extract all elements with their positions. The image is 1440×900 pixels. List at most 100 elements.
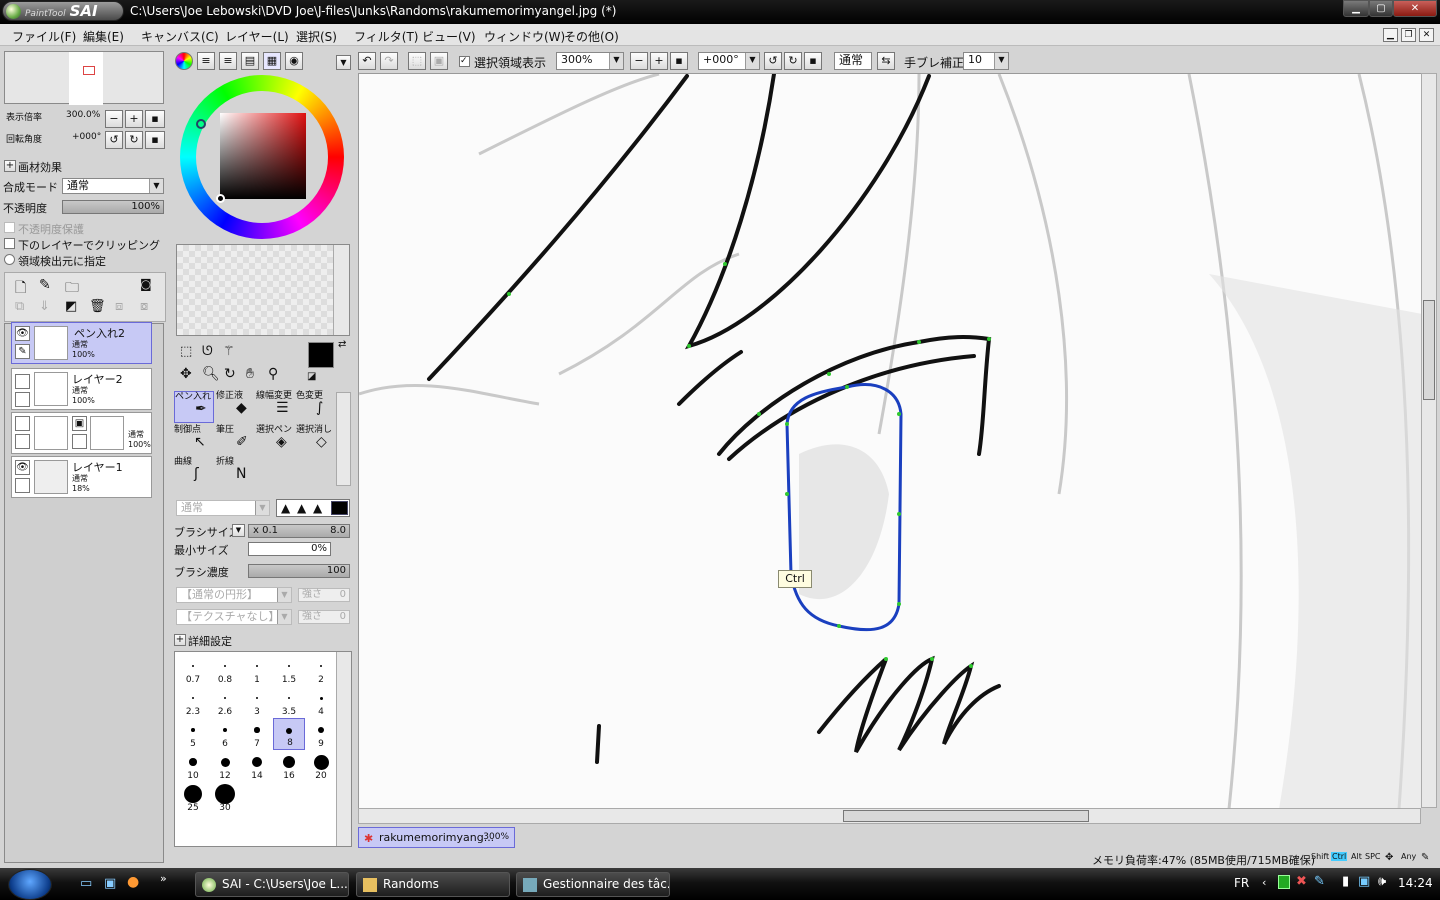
toolbar-rotate-reset-icon[interactable]: ▪ [804, 52, 822, 70]
size-range-icon[interactable]: ▼ [232, 524, 245, 537]
brush-size-option[interactable]: 3.5 [273, 686, 305, 718]
brush-size-option[interactable]: 14 [241, 750, 273, 782]
new-layer-icon[interactable]: 🗋 [15, 277, 26, 301]
control-points[interactable] [507, 262, 991, 668]
minimize-icon[interactable]: ▁ [1343, 0, 1369, 17]
zoom-out-icon[interactable]: − [105, 110, 123, 128]
zoom-select[interactable]: 300% ▼ [556, 52, 624, 70]
menu-window[interactable]: ウィンドウ(W) [484, 28, 565, 45]
mdi-restore-icon[interactable]: ❐ [1401, 28, 1416, 42]
mask-icon[interactable]: ◙ [140, 277, 152, 291]
switch-windows-icon[interactable]: ▣ [104, 876, 116, 891]
transfer-layer-icon[interactable]: ⇓ [39, 299, 50, 314]
deselect-icon[interactable]: ⬚ [408, 52, 426, 70]
eye-toggle[interactable] [15, 416, 30, 431]
swatch-area[interactable] [176, 244, 350, 336]
pen-icon[interactable]: ✎ [15, 344, 30, 359]
zoom-icon[interactable]: 🔍︎ [202, 366, 220, 382]
navigator-preview[interactable] [4, 51, 164, 105]
brush-size-option[interactable]: 2.6 [209, 686, 241, 718]
redo-icon[interactable]: ↷ [380, 52, 398, 70]
texture-select[interactable]: 【テクスチャなし】 ▼ [176, 609, 292, 625]
clear-layer-icon[interactable]: ◩ [65, 299, 77, 314]
rotate-reset-icon[interactable]: ▪ [145, 131, 165, 149]
brush-size-option[interactable]: 7 [241, 718, 273, 750]
brush-size-option[interactable]: 16 [273, 750, 305, 782]
texture-strength[interactable]: 強さ 0 [298, 610, 350, 624]
flip-view-icon[interactable]: ⇆ [877, 52, 895, 70]
foreground-color[interactable] [308, 342, 334, 368]
task-sai[interactable]: SAI - C:\Users\Joe L... [195, 872, 349, 897]
lasso-icon[interactable]: ᘎ [202, 344, 213, 359]
color-wheel[interactable] [180, 75, 344, 239]
lock-toggle[interactable] [15, 478, 30, 493]
rotate-icon[interactable]: ↻ [224, 366, 236, 382]
lock-toggle[interactable] [15, 434, 30, 449]
copy-layer-icon[interactable]: ⧉ [15, 299, 24, 314]
firefox-icon[interactable]: ● [127, 874, 139, 890]
shape-hard-icon[interactable]: ▲ [313, 501, 322, 515]
menu-filter[interactable]: フィルタ(T) [354, 28, 418, 45]
task-task-manager[interactable]: Gestionnaire des tâc... [516, 872, 670, 897]
shape-soft-icon[interactable]: ▲ [281, 501, 290, 515]
clock[interactable]: 14:24 [1398, 876, 1433, 890]
shape-strength[interactable]: 強さ 0 [298, 588, 350, 602]
brush-size-slider[interactable]: x 0.1 8.0 [248, 524, 350, 538]
tray-expand-icon[interactable]: ‹ [1262, 876, 1266, 889]
brush-density-slider[interactable]: 100 [248, 564, 350, 578]
tool-color-change[interactable]: 色変更 ∫ [296, 391, 336, 423]
intermediate-tab-icon[interactable]: ▤ [241, 52, 259, 70]
zoom-in-icon[interactable]: + [125, 110, 143, 128]
eye-toggle[interactable] [15, 374, 30, 389]
layer-item[interactable]: ▣ 通常 100% [11, 412, 152, 454]
invert-selection-icon[interactable]: ▣ [430, 52, 448, 70]
tool-pen[interactable]: ペン入れ ✒ [174, 391, 214, 423]
swap-colors-icon[interactable]: ⇄ [338, 339, 346, 350]
brush-size-option[interactable]: 2.3 [177, 686, 209, 718]
protect-opacity-checkbox[interactable] [4, 222, 15, 233]
close-icon[interactable]: ✕ [1393, 0, 1437, 17]
tool-stroke-width[interactable]: 線幅変更 ☰ [256, 391, 296, 423]
quick-launch-more-icon[interactable]: » [160, 872, 167, 885]
drawing-canvas[interactable]: Ctrl [358, 73, 1421, 808]
canvas-horizontal-scrollbar[interactable] [358, 808, 1421, 824]
brush-size-option[interactable]: 6 [209, 718, 241, 750]
new-folder-icon[interactable]: 🗀 [65, 277, 79, 301]
merge-down-icon[interactable]: ⧇ [140, 299, 148, 314]
rotate-right-icon[interactable]: ↻ [125, 131, 143, 149]
opacity-slider[interactable]: 100% [62, 200, 164, 214]
brush-size-option[interactable]: 0.8 [209, 654, 241, 686]
min-size-slider[interactable]: 0% [248, 542, 331, 556]
mask-icon[interactable]: ▣ [72, 416, 87, 431]
mdi-close-icon[interactable]: ✕ [1419, 28, 1434, 42]
brush-size-option[interactable]: 0.7 [177, 654, 209, 686]
document-tab[interactable]: ✱ rakumemorimyang... 300% [358, 827, 515, 848]
toolbar-rotate-right-icon[interactable]: ↻ [784, 52, 802, 70]
tool-control-point[interactable]: 制御点 ↖ [174, 425, 214, 457]
zoom-reset-icon[interactable]: ▪ [145, 110, 165, 128]
mask-link-toggle[interactable] [72, 434, 87, 449]
mdi-minimize-icon[interactable]: ▁ [1383, 28, 1398, 42]
tool-polyline[interactable]: 折線 N [216, 457, 256, 489]
tray-network-icon[interactable]: ✖ [1296, 874, 1307, 889]
color-marker[interactable] [216, 194, 225, 203]
selection-source-radio[interactable] [4, 254, 15, 265]
tray-pen-icon[interactable]: ✎ [1314, 874, 1325, 889]
angle-select[interactable]: +000° ▼ [698, 52, 760, 70]
brush-size-option[interactable]: 1 [241, 654, 273, 686]
view-mode-select[interactable]: 通常 [834, 52, 872, 70]
maximize-icon[interactable]: ▢ [1369, 0, 1393, 17]
hsv-slider-tab-icon[interactable]: ≡ [219, 52, 237, 70]
eyedropper-icon[interactable]: ⚲ [268, 366, 278, 382]
brush-size-option[interactable]: 9 [305, 718, 337, 750]
tool-pressure[interactable]: 筆圧 ✐ [216, 425, 256, 457]
brush-mode-select[interactable]: 通常 ▼ [176, 500, 270, 516]
layer-item[interactable]: 👁 ✎ ペン入れ2 通常 100% [11, 322, 152, 364]
blend-mode-select[interactable]: 通常 ▼ [62, 178, 164, 194]
scratchpad-tab-icon[interactable]: ◉ [285, 52, 303, 70]
hand-icon[interactable]: ✋︎ [246, 366, 254, 382]
swatch-scrollbar[interactable] [333, 245, 349, 335]
volume-icon[interactable]: 🕪︎ [1378, 874, 1386, 889]
tool-select-pen[interactable]: 選択ペン ◈ [256, 425, 296, 457]
rgb-slider-tab-icon[interactable]: ≡ [197, 52, 215, 70]
